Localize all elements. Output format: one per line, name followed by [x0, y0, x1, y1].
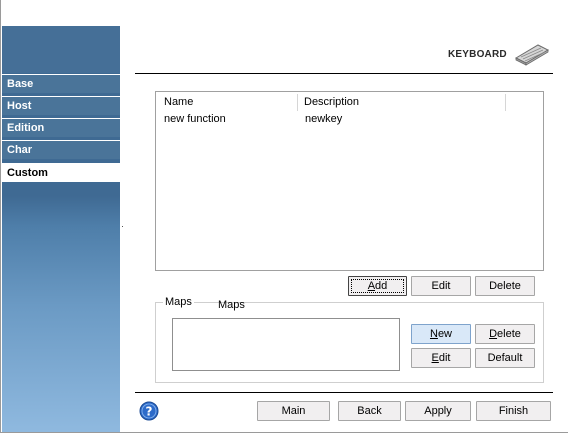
sidebar-item-char[interactable]: Char: [2, 140, 120, 159]
new-map-button[interactable]: New: [411, 324, 471, 344]
default-map-button[interactable]: Default: [475, 348, 535, 368]
functions-list[interactable]: Name Description new function newkey: [155, 91, 544, 271]
divider-dot: [122, 226, 123, 227]
cell-name: new function: [164, 113, 226, 125]
sidebar-header: [2, 26, 120, 73]
help-icon[interactable]: ?: [139, 401, 159, 421]
column-header-name[interactable]: Name: [158, 94, 298, 111]
column-header-description[interactable]: Description: [298, 94, 506, 111]
sidebar-item-edition[interactable]: Edition: [2, 118, 120, 137]
finish-button[interactable]: Finish: [476, 401, 551, 421]
sidebar-item-base[interactable]: Base: [2, 74, 120, 93]
add-button[interactable]: Add: [348, 276, 407, 296]
main-button[interactable]: Main: [257, 401, 330, 421]
sidebar: Base Host Edition Char Custom: [2, 26, 120, 432]
svg-text:?: ?: [146, 405, 153, 419]
table-row[interactable]: new function newkey: [158, 111, 506, 127]
keyboard-icon: [514, 44, 550, 66]
apply-button[interactable]: Apply: [405, 401, 471, 421]
edit-map-button[interactable]: Edit: [411, 348, 471, 368]
page-title: KEYBOARD: [448, 49, 507, 60]
cell-description: newkey: [305, 113, 343, 125]
delete-function-button[interactable]: Delete: [475, 276, 535, 296]
maps-group-label: Maps: [163, 296, 194, 308]
maps-list-label: Maps: [218, 299, 245, 311]
sidebar-item-host[interactable]: Host: [2, 96, 120, 115]
maps-list[interactable]: [172, 318, 400, 371]
delete-map-button[interactable]: Delete: [475, 324, 535, 344]
sidebar-item-custom[interactable]: Custom: [2, 163, 120, 182]
edit-function-button[interactable]: Edit: [411, 276, 471, 296]
header-divider: [135, 73, 553, 74]
footer-divider: [135, 392, 553, 393]
back-button[interactable]: Back: [338, 401, 401, 421]
